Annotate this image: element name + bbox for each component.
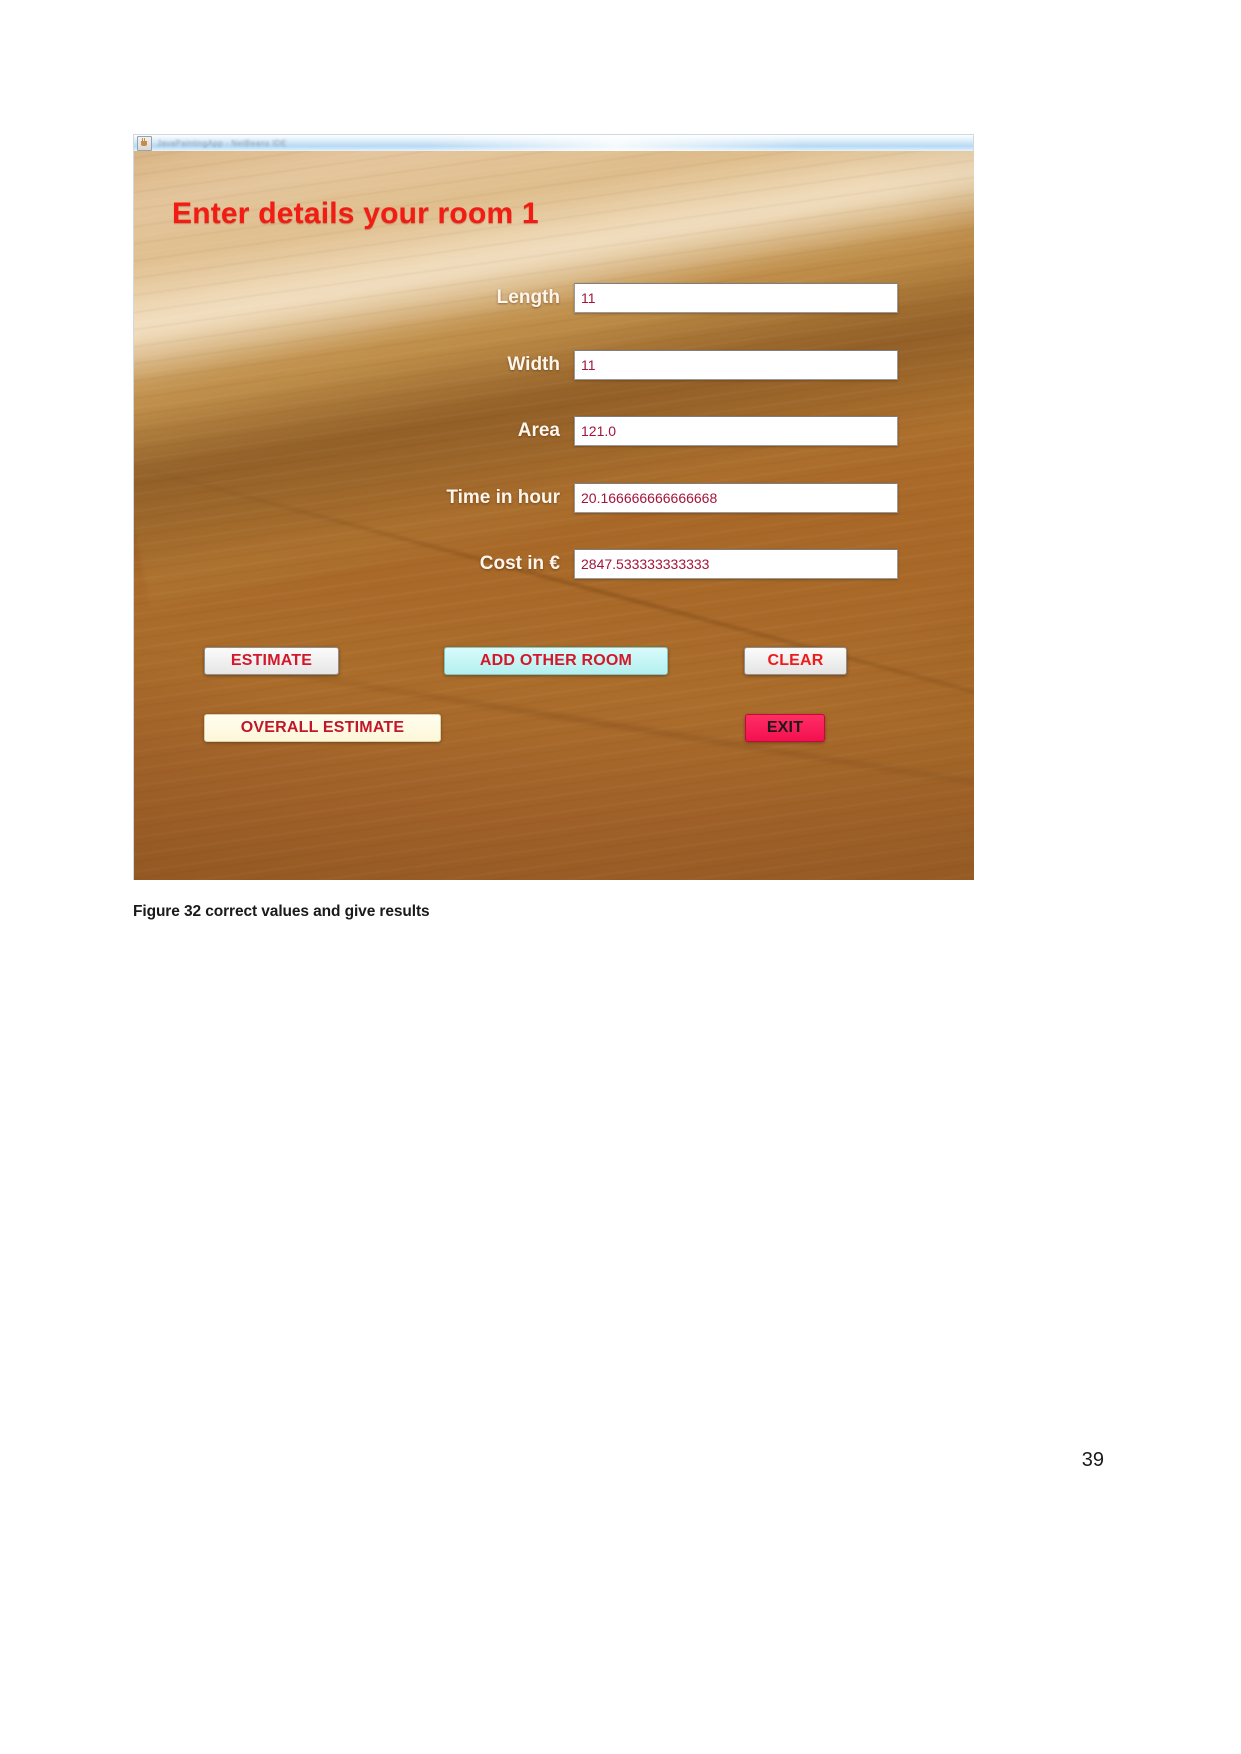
add-other-room-button[interactable]: ADD OTHER ROOM: [444, 647, 668, 675]
application-window: JavaPaintingApp - NetBeans IDE Enter det…: [133, 134, 974, 880]
window-titlebar[interactable]: JavaPaintingApp - NetBeans IDE: [133, 134, 974, 151]
field-row-length: Length 11: [134, 283, 974, 313]
window-body: Enter details your room 1 Length 11 Widt…: [133, 151, 974, 880]
label-length: Length: [496, 287, 560, 308]
label-width: Width: [507, 354, 560, 375]
label-cost-in-euro: Cost in €: [479, 553, 560, 574]
figure-caption: Figure 32 correct values and give result…: [133, 903, 430, 920]
form-layer: Enter details your room 1 Length 11 Widt…: [134, 151, 974, 880]
window-title: JavaPaintingApp - NetBeans IDE: [157, 138, 287, 148]
input-length[interactable]: 11: [574, 283, 898, 313]
page-number: 39: [1081, 1449, 1104, 1471]
label-time-in-hour: Time in hour: [446, 487, 560, 508]
document-page: JavaPaintingApp - NetBeans IDE Enter det…: [0, 0, 1241, 1754]
clear-button[interactable]: CLEAR: [744, 647, 847, 675]
input-time-in-hour[interactable]: 20.166666666666668: [574, 483, 898, 513]
exit-button[interactable]: EXIT: [745, 714, 825, 742]
input-area[interactable]: 121.0: [574, 416, 898, 446]
field-row-width: Width 11: [134, 350, 974, 380]
input-cost-in-euro[interactable]: 2847.533333333333: [574, 549, 898, 579]
label-area: Area: [517, 420, 560, 441]
field-row-area: Area 121.0: [134, 416, 974, 446]
overall-estimate-button[interactable]: OVERALL ESTIMATE: [204, 714, 441, 742]
field-row-time: Time in hour 20.166666666666668: [134, 483, 974, 513]
input-width[interactable]: 11: [574, 350, 898, 380]
estimate-button[interactable]: ESTIMATE: [204, 647, 339, 675]
java-coffee-cup-icon: [137, 135, 152, 151]
field-row-cost: Cost in € 2847.533333333333: [134, 549, 974, 579]
form-heading: Enter details your room 1: [172, 197, 539, 230]
